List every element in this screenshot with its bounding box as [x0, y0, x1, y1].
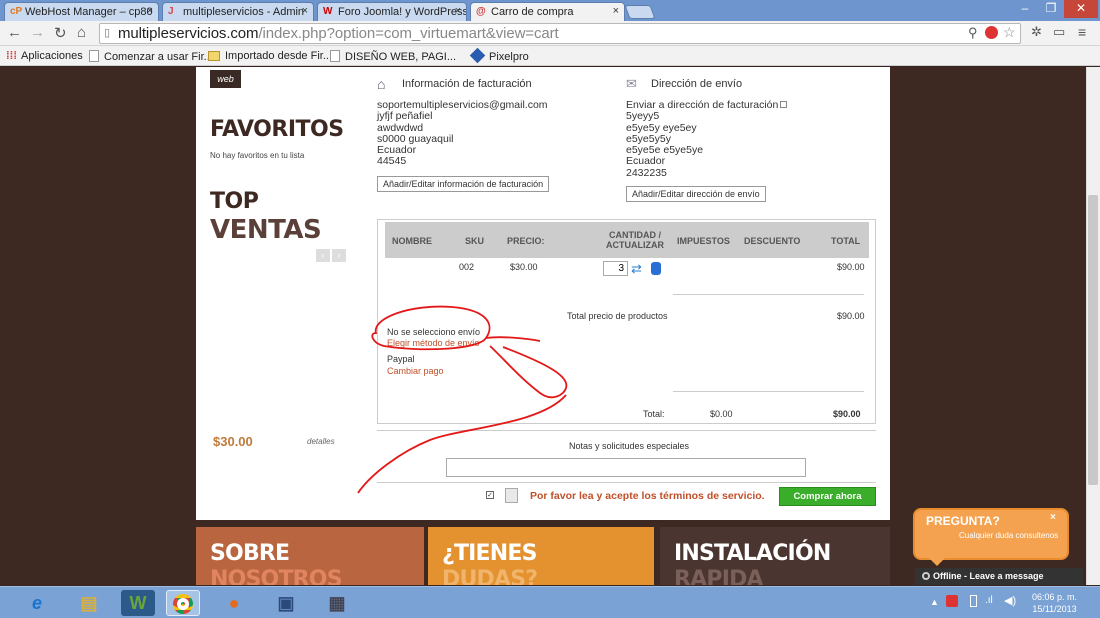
- panel-title: ¿TIENES: [442, 541, 537, 566]
- panel-tienes-dudas[interactable]: ¿TIENES DUDAS?: [428, 527, 654, 585]
- tray-alert-icon[interactable]: [946, 595, 958, 607]
- panel-sobre-nosotros[interactable]: SOBRE NOSOTROS: [196, 527, 424, 585]
- windows-taskbar: e ▤ W ● ▣ ▦ ▲ .ıl ◀) 06:06 p. m. 15/11/20…: [0, 586, 1100, 618]
- chat-status-icon: [922, 572, 930, 580]
- calculator-icon[interactable]: ▦: [320, 590, 354, 616]
- chat-bubble-tail: [929, 558, 945, 566]
- chat-offline-bar[interactable]: Offline - Leave a message: [915, 568, 1083, 585]
- dreamweaver-icon[interactable]: W: [121, 590, 155, 616]
- panel-subtitle: RAPIDA: [674, 567, 764, 585]
- volume-icon[interactable]: ◀): [1004, 594, 1016, 607]
- chat-title: PREGUNTA?: [926, 514, 1000, 528]
- panel-subtitle: NOSOTROS: [210, 567, 343, 585]
- network-icon[interactable]: ▣: [269, 590, 303, 616]
- tray-expand-icon[interactable]: ▲: [930, 597, 939, 607]
- battery-icon[interactable]: [970, 595, 977, 607]
- panel-subtitle: DUDAS?: [442, 567, 538, 585]
- system-clock[interactable]: 06:06 p. m. 15/11/2013: [1032, 591, 1077, 615]
- chat-close-icon[interactable]: ×: [1050, 512, 1056, 523]
- signal-icon[interactable]: .ıl: [985, 595, 993, 606]
- panel-title: INSTALACIÓN: [674, 541, 831, 566]
- firefox-icon[interactable]: ●: [217, 590, 251, 616]
- panel-title: SOBRE: [210, 541, 290, 566]
- file-explorer-icon[interactable]: ▤: [72, 590, 106, 616]
- chat-subtitle: Cualquier duda consultenos: [959, 531, 1059, 540]
- chrome-icon[interactable]: [166, 590, 200, 616]
- chat-widget[interactable]: PREGUNTA? Cualquier duda consultenos ×: [913, 508, 1069, 560]
- panel-instalacion-rapida[interactable]: INSTALACIÓN RAPIDA: [660, 527, 890, 585]
- internet-explorer-icon[interactable]: e: [20, 590, 54, 616]
